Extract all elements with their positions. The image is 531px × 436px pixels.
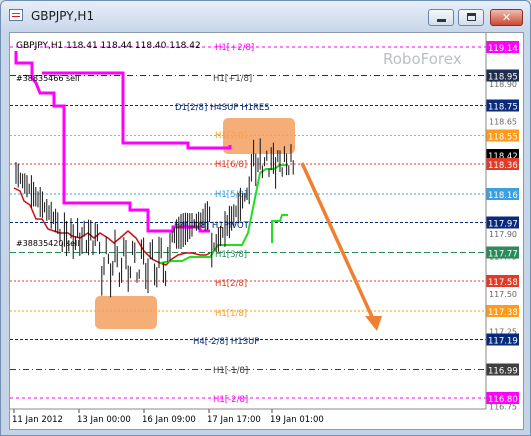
level-lines: H1[+2/8]H1[+1/8]D1[2/8] H4SUP H1RESH1[7/…: [10, 43, 486, 405]
level-label: H1[1/8]: [215, 309, 247, 319]
forecast-arrow: [300, 162, 382, 331]
level-label: H1[3/8]: [215, 250, 247, 260]
watermark-text: RoboForex: [383, 50, 462, 68]
chart-icon: [9, 9, 23, 21]
y-tick-label: 117.90: [489, 230, 517, 239]
minimize-button[interactable]: [428, 9, 454, 26]
level-label: H4[-2/8] H1SUP: [193, 337, 259, 347]
level-label: H1[+1/8]: [213, 74, 252, 84]
level-label: D1[2/8] H4SUP H1RES: [175, 103, 270, 113]
price-box-label: 118.55: [488, 133, 518, 143]
price-box-label: 117.77: [488, 250, 518, 260]
price-box-label: 117.97: [488, 220, 518, 230]
price-box-label: 118.36: [488, 161, 518, 171]
x-tick-label: 13 Jan 00:00: [77, 415, 131, 425]
price-box-label: 118.16: [488, 191, 518, 201]
price-box-label: 117.38: [488, 308, 518, 318]
price-box-label: 118.95: [488, 73, 518, 83]
x-tick-label: 17 Jan 17:00: [207, 415, 261, 425]
price-box-label: 118.75: [488, 103, 518, 113]
x-tick-label: 11 Jan 2012: [12, 415, 63, 425]
y-tick-label: 117.50: [489, 290, 517, 299]
price-box-label: 116.99: [488, 367, 518, 377]
price-box-label: 116.80: [488, 395, 518, 405]
highlight-box-bottom: [95, 296, 157, 329]
title-bar[interactable]: GBPJPY,H1 ✕: [1, 1, 530, 31]
price-scale: 119.14118.95118.75118.55118.42118.36118.…: [486, 41, 519, 405]
price-box-label: 119.14: [488, 44, 518, 54]
level-label: H1[-2/8]: [213, 395, 248, 405]
x-tick-label: 19 Jan 01:00: [270, 415, 324, 425]
x-tick-label: 16 Jan 09:00: [142, 415, 196, 425]
maximize-icon: [467, 13, 476, 21]
level-label: H1[6/8]: [215, 160, 247, 170]
symbol-info: GBPJPY,H1 118.41 118.44 118.40 118.42: [16, 41, 201, 51]
maximize-button[interactable]: [458, 9, 484, 26]
chart-area[interactable]: H1[+2/8]H1[+1/8]D1[2/8] H4SUP H1RESH1[7/…: [9, 32, 524, 430]
price-box-label: 117.58: [488, 278, 518, 288]
y-tick-label: 118.65: [489, 118, 517, 127]
price-box-label: 117.19: [488, 337, 518, 347]
level-label: H1[-1/8]: [213, 366, 248, 376]
minimize-icon: [437, 19, 446, 22]
green-line-2: [271, 214, 288, 243]
order-label: #38835466 sell: [16, 74, 80, 83]
level-label: H1[+2/8]: [215, 43, 254, 53]
order-label-2: #38835420 sell: [16, 239, 80, 248]
close-icon: ✕: [501, 11, 512, 24]
close-button[interactable]: ✕: [490, 9, 523, 26]
chart-window: GBPJPY,H1 ✕ H1[+2/8] H1[+1/8] D1[2/8] H4SU…: [0, 0, 531, 436]
level-label: H1[2/8]: [215, 279, 247, 289]
window-title: GBPJPY,H1: [31, 9, 95, 23]
price-chart[interactable]: H1[+2/8]H1[+1/8]D1[2/8] H4SUP H1RESH1[7/…: [10, 33, 524, 430]
